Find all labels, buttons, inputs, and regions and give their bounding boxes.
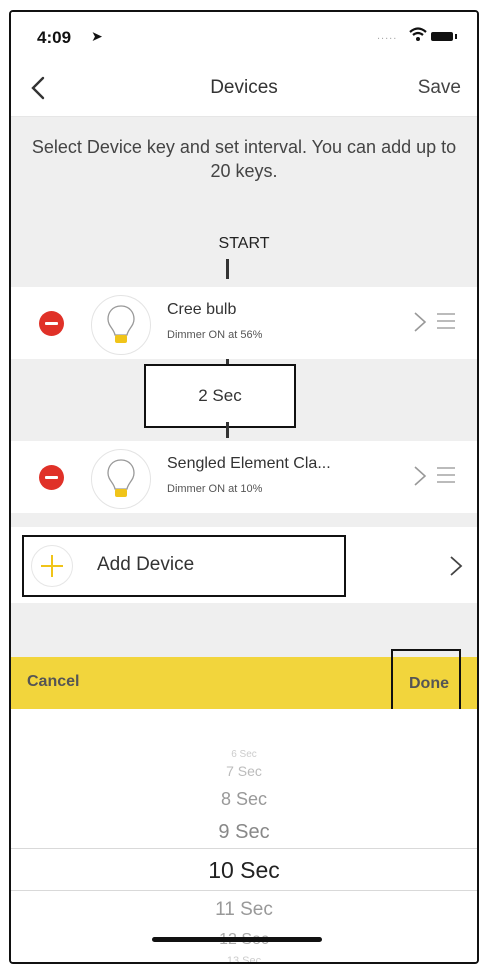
drag-handle-icon[interactable] <box>437 313 455 334</box>
interval-box[interactable]: 2 Sec <box>144 364 296 428</box>
connector-line <box>226 422 229 438</box>
home-indicator[interactable] <box>152 937 322 942</box>
device-row[interactable]: Sengled Element Cla... Dimmer ON at 10% <box>11 441 477 513</box>
picker-option[interactable]: 13 Sec <box>11 955 477 962</box>
signal-dots: ..... <box>377 30 398 42</box>
device-status: Dimmer ON at 56% <box>167 329 263 341</box>
picker-option[interactable]: 6 Sec <box>11 749 477 760</box>
light-bulb-icon <box>107 459 135 497</box>
picker-option-selected[interactable]: 10 Sec <box>11 857 477 884</box>
page-title: Devices <box>210 77 278 98</box>
start-label: START <box>218 235 270 252</box>
plus-icon[interactable] <box>31 545 73 587</box>
wifi-icon <box>409 27 427 41</box>
bulb-icon-container <box>91 449 151 509</box>
phone-frame: 4:09 ➤ ..... Devices Save Select Device … <box>9 10 479 964</box>
add-device-row[interactable]: Add Device <box>11 527 477 603</box>
picker-selection-top <box>11 848 477 849</box>
connector-line <box>226 259 229 279</box>
device-name: Cree bulb <box>167 301 237 318</box>
interval-picker[interactable]: 6 Sec 7 Sec 8 Sec 9 Sec 10 Sec 11 Sec 12… <box>11 709 477 962</box>
remove-device-button[interactable] <box>39 311 64 336</box>
nav-bar: Devices Save <box>11 60 477 117</box>
drag-handle-icon[interactable] <box>437 467 455 488</box>
interval-label: 2 Sec <box>198 386 242 405</box>
battery-icon <box>431 32 457 41</box>
chevron-right-icon[interactable] <box>449 555 463 577</box>
instructions-text: Select Device key and set interval. You … <box>31 137 457 181</box>
device-status: Dimmer ON at 10% <box>167 483 263 495</box>
done-label: Done <box>409 675 449 692</box>
sequence-editor: Select Device key and set interval. You … <box>11 117 477 657</box>
cancel-button[interactable]: Cancel <box>27 673 79 691</box>
device-name: Sengled Element Cla... <box>167 455 331 472</box>
status-bar: 4:09 ➤ ..... <box>11 12 477 60</box>
picker-selection-bottom <box>11 890 477 891</box>
light-bulb-icon <box>107 305 135 343</box>
device-row[interactable]: Cree bulb Dimmer ON at 56% <box>11 287 477 359</box>
location-arrow-icon: ➤ <box>91 28 103 44</box>
picker-option[interactable]: 9 Sec <box>11 821 477 844</box>
bulb-icon-container <box>91 295 151 355</box>
chevron-right-icon[interactable] <box>413 311 427 333</box>
picker-toolbar: Cancel Done <box>11 649 477 719</box>
status-time: 4:09 <box>37 28 72 47</box>
picker-option[interactable]: 11 Sec <box>11 899 477 921</box>
chevron-right-icon[interactable] <box>413 465 427 487</box>
picker-option[interactable]: 8 Sec <box>11 789 477 810</box>
add-device-label: Add Device <box>97 554 195 575</box>
save-button[interactable]: Save <box>418 77 461 99</box>
remove-device-button[interactable] <box>39 465 64 490</box>
picker-option[interactable]: 7 Sec <box>11 763 477 779</box>
